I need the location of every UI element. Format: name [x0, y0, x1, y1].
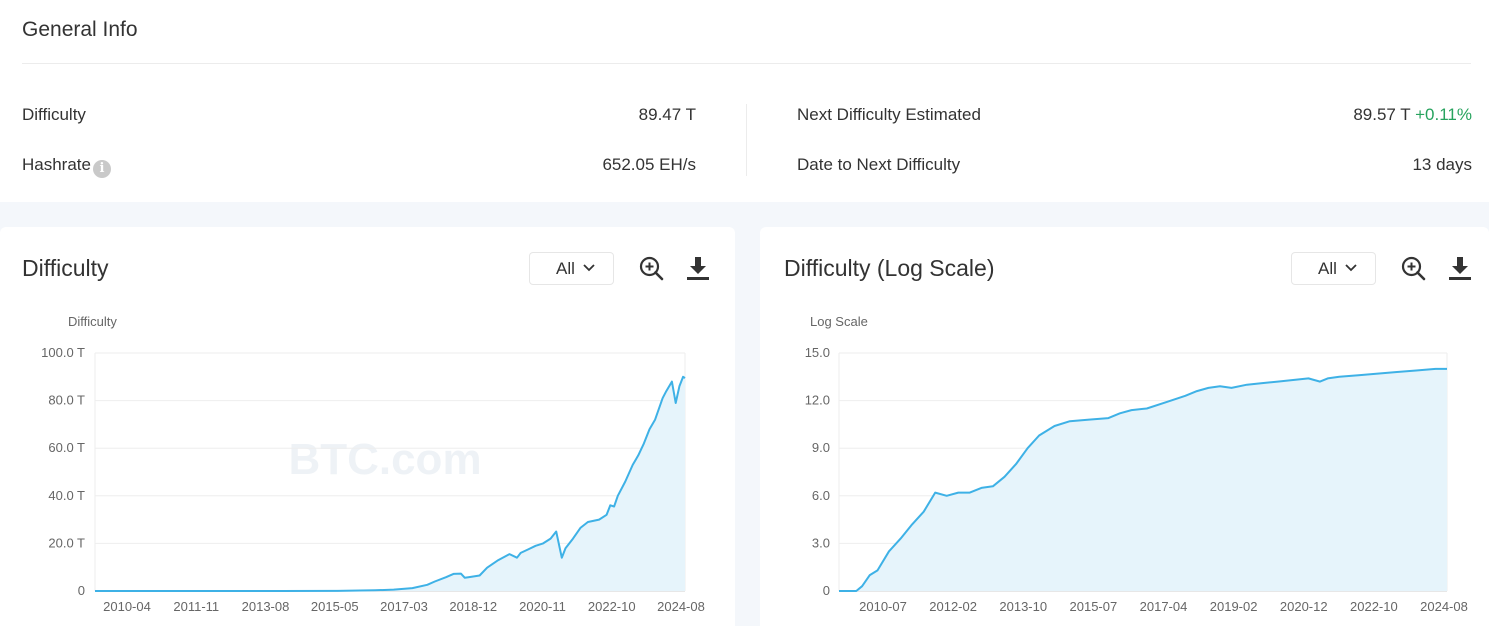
difficulty-log-chart: BTC.com03.06.09.012.015.0Log Scale2010-0…	[805, 314, 1468, 614]
series-area	[839, 368, 1447, 591]
x-tick-label: 2012-02	[929, 599, 977, 614]
x-tick-label: 2013-10	[999, 599, 1047, 614]
x-tick-label: 2017-04	[1140, 599, 1188, 614]
x-tick-label: 2015-07	[1070, 599, 1118, 614]
y-axis-title: Log Scale	[810, 314, 868, 329]
x-tick-label: 2024-08	[1420, 599, 1468, 614]
y-tick-label: 9.0	[812, 440, 830, 455]
y-tick-label: 15.0	[805, 345, 830, 360]
x-tick-label: 2019-02	[1210, 599, 1258, 614]
y-tick-label: 6.0	[812, 488, 830, 503]
x-tick-label: 2020-12	[1280, 599, 1328, 614]
y-tick-label: 12.0	[805, 393, 830, 408]
y-tick-label: 0	[823, 583, 830, 598]
x-tick-label: 2022-10	[1350, 599, 1398, 614]
x-tick-label: 2010-07	[859, 599, 907, 614]
y-tick-label: 3.0	[812, 535, 830, 550]
